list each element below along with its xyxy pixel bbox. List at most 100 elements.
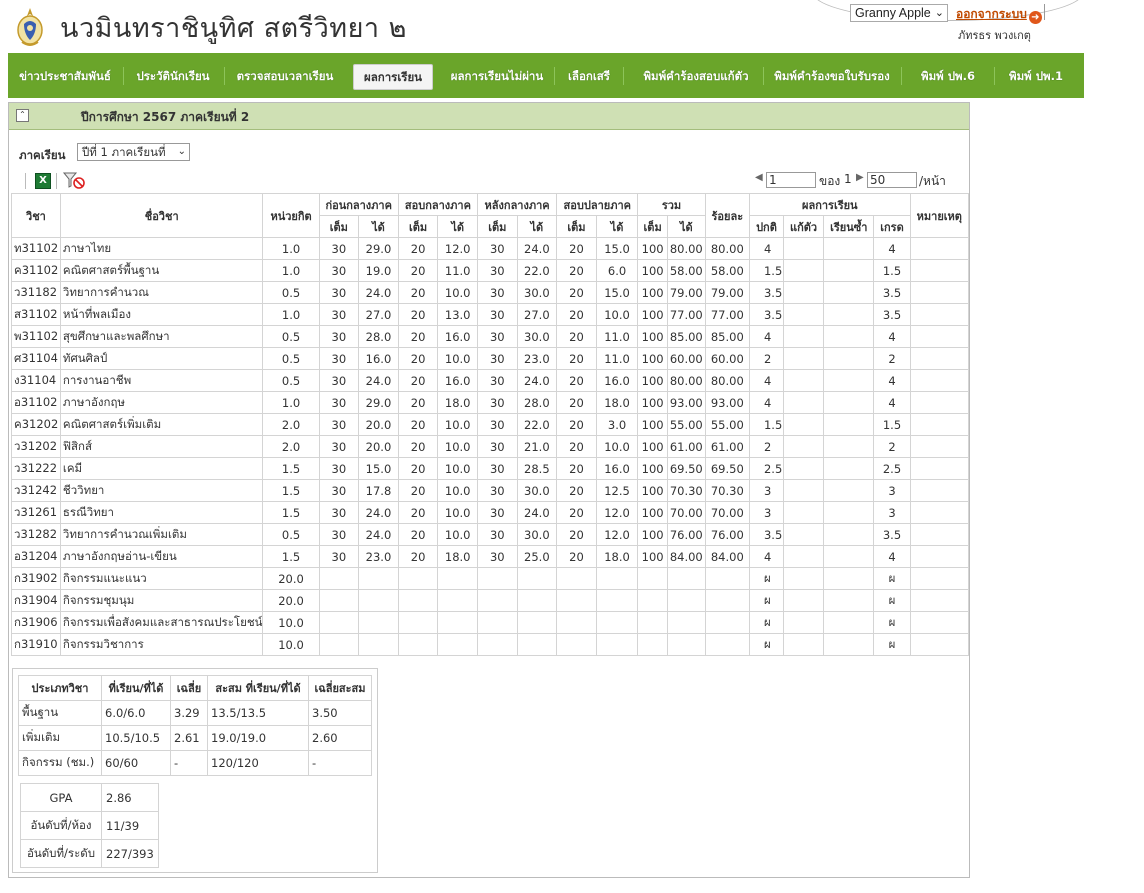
- cell-grade: 3.5: [873, 523, 911, 546]
- page-number-input[interactable]: 1: [766, 172, 816, 188]
- logout-link[interactable]: ออกจากระบบ ➜: [956, 5, 1042, 24]
- cell-post-mid-full: 30: [477, 391, 518, 414]
- cell-post-mid-got: [516, 633, 558, 656]
- cell-post-mid-full: 30: [477, 369, 518, 392]
- cell-percent: 79.00: [704, 281, 750, 304]
- term-select[interactable]: ปีที่ 1 ภาคเรียนที่ ⌄: [77, 143, 190, 161]
- cell-final-got: 3.0: [595, 413, 639, 436]
- cell-normal: 4: [748, 545, 784, 568]
- cell-midterm-got: 10.0: [437, 457, 479, 480]
- cell-final-got: 16.0: [595, 457, 639, 480]
- cell-post-mid-got: 30.0: [516, 325, 558, 348]
- nav-item-print-certificate-request[interactable]: พิมพ์คำร้องขอใบรับรอง: [771, 66, 893, 86]
- cell-pre-mid-full: 30: [318, 259, 360, 282]
- cell-midterm-got: 10.0: [437, 281, 479, 304]
- cell-pre-mid-full: 30: [318, 391, 360, 414]
- table-row: ก31904 กิจกรรมชุมนุม 20.0 ผ ผ: [11, 589, 970, 612]
- toolbar-divider: [25, 173, 26, 189]
- cell-pre-mid-got: 24.0: [358, 369, 399, 392]
- cell-midterm-full: 20: [397, 369, 439, 392]
- cell-normal: ผ: [748, 611, 784, 634]
- cell-grade: ผ: [873, 633, 911, 656]
- cell-note: [909, 523, 970, 546]
- class-rank-row: อันดับที่/ห้อง 11/39: [20, 811, 159, 840]
- cell-name: สุขศึกษาและพลศึกษา: [59, 325, 264, 348]
- col-header-full: เต็ม: [477, 215, 518, 238]
- cell-total-full: 100: [637, 523, 668, 546]
- cell-normal: 3.5: [748, 523, 784, 546]
- cell-repeat: [823, 391, 875, 414]
- nav-item-profile[interactable]: ประวัตินักเรียน: [130, 66, 216, 86]
- summary-header-cum-avg: เฉลี่ยสะสม: [308, 675, 372, 701]
- cell-grade: ผ: [873, 567, 911, 590]
- cell-note: [909, 413, 970, 436]
- cell-name: คณิตศาสตร์เพิ่มเติม: [59, 413, 264, 436]
- nav-item-print-retake-request[interactable]: พิมพ์คำร้องสอบแก้ตัว: [635, 66, 757, 86]
- nav-item-failed-grades[interactable]: ผลการเรียนไม่ผ่าน: [446, 66, 548, 86]
- cell-studied: 10.5/10.5: [101, 725, 171, 751]
- cell-midterm-got: [437, 633, 479, 656]
- clear-filter-icon[interactable]: [63, 172, 85, 189]
- cell-type: กิจกรรม (ชม.): [18, 750, 102, 776]
- table-row: ท31102 ภาษาไทย 1.0 30 29.0 20 12.0 30 24.0 20 15.0…: [11, 237, 970, 260]
- cell-post-mid-full: 30: [477, 259, 518, 282]
- cell-pre-mid-full: [318, 589, 360, 612]
- col-header-credit: หน่วยกิต: [262, 193, 320, 238]
- page-size-input[interactable]: 50: [867, 172, 917, 188]
- cell-final-full: [556, 567, 597, 590]
- col-header-note: หมายเหตุ: [909, 193, 970, 238]
- cell-final-full: 20: [556, 479, 597, 502]
- cell-final-got: [595, 589, 639, 612]
- cell-percent: [704, 611, 750, 634]
- cell-pre-mid-got: 17.8: [358, 479, 399, 502]
- prev-page-icon[interactable]: ◀: [755, 172, 763, 183]
- cell-post-mid-got: 24.0: [516, 237, 558, 260]
- cell-note: [909, 281, 970, 304]
- nav-item-news[interactable]: ข่าวประชาสัมพันธ์: [14, 66, 116, 86]
- nav-item-grades[interactable]: ผลการเรียน: [353, 64, 433, 90]
- summary-header-type: ประเภทวิชา: [18, 675, 102, 701]
- cell-midterm-got: 10.0: [437, 435, 479, 458]
- grades-table-body: ท31102 ภาษาไทย 1.0 30 29.0 20 12.0 30 24.0 20 15.0…: [11, 237, 970, 656]
- next-page-icon[interactable]: ▶: [856, 172, 864, 183]
- col-header-full: เต็ม: [397, 215, 439, 238]
- cell-total-full: 100: [637, 325, 668, 348]
- cell-repeat: [823, 479, 875, 502]
- cell-midterm-got: 18.0: [437, 545, 479, 568]
- cell-post-mid-full: 30: [477, 479, 518, 502]
- cell-code: ว31282: [11, 523, 61, 546]
- cell-credit: 10.0: [262, 633, 320, 656]
- cell-midterm-full: 20: [397, 457, 439, 480]
- cell-final-full: 20: [556, 457, 597, 480]
- cell-midterm-got: 13.0: [437, 303, 479, 326]
- cell-midterm-full: 20: [397, 523, 439, 546]
- excel-export-icon[interactable]: X: [35, 173, 51, 189]
- cell-repeat: [823, 457, 875, 480]
- cell-avg: 3.29: [170, 700, 208, 726]
- toolbar-divider: [56, 173, 57, 189]
- cell-pre-mid-full: 30: [318, 457, 360, 480]
- cell-cum-avg: 3.50: [308, 700, 372, 726]
- cell-final-full: 20: [556, 501, 597, 524]
- theme-select[interactable]: Granny Apple ⌄: [850, 4, 948, 22]
- nav-item-print-pp1[interactable]: พิมพ์ ปพ.1: [1002, 66, 1070, 86]
- cell-normal: 1.5: [748, 413, 784, 436]
- cell-repeat: [823, 369, 875, 392]
- cell-total-full: 100: [637, 281, 668, 304]
- cell-credit: 0.5: [262, 281, 320, 304]
- cell-final-got: 12.0: [595, 523, 639, 546]
- cell-name: กิจกรรมเพื่อสังคมและสาธารณประโยชน์: [59, 611, 264, 634]
- nav-item-electives[interactable]: เลือกเสรี: [564, 66, 614, 86]
- nav-item-attendance[interactable]: ตรวจสอบเวลาเรียน: [232, 66, 338, 86]
- nav-item-print-pp6[interactable]: พิมพ์ ปพ.6: [910, 66, 986, 86]
- logout-label: ออกจากระบบ: [956, 7, 1027, 21]
- cell-post-mid-got: [516, 611, 558, 634]
- cell-type: พื้นฐาน: [18, 700, 102, 726]
- cell-total-got: [666, 589, 706, 612]
- cell-note: [909, 391, 970, 414]
- cell-post-mid-full: [477, 611, 518, 634]
- cell-percent: 80.00: [704, 369, 750, 392]
- cell-note: [909, 501, 970, 524]
- cell-pre-mid-got: [358, 611, 399, 634]
- collapse-up-icon[interactable]: ⌃: [16, 109, 29, 122]
